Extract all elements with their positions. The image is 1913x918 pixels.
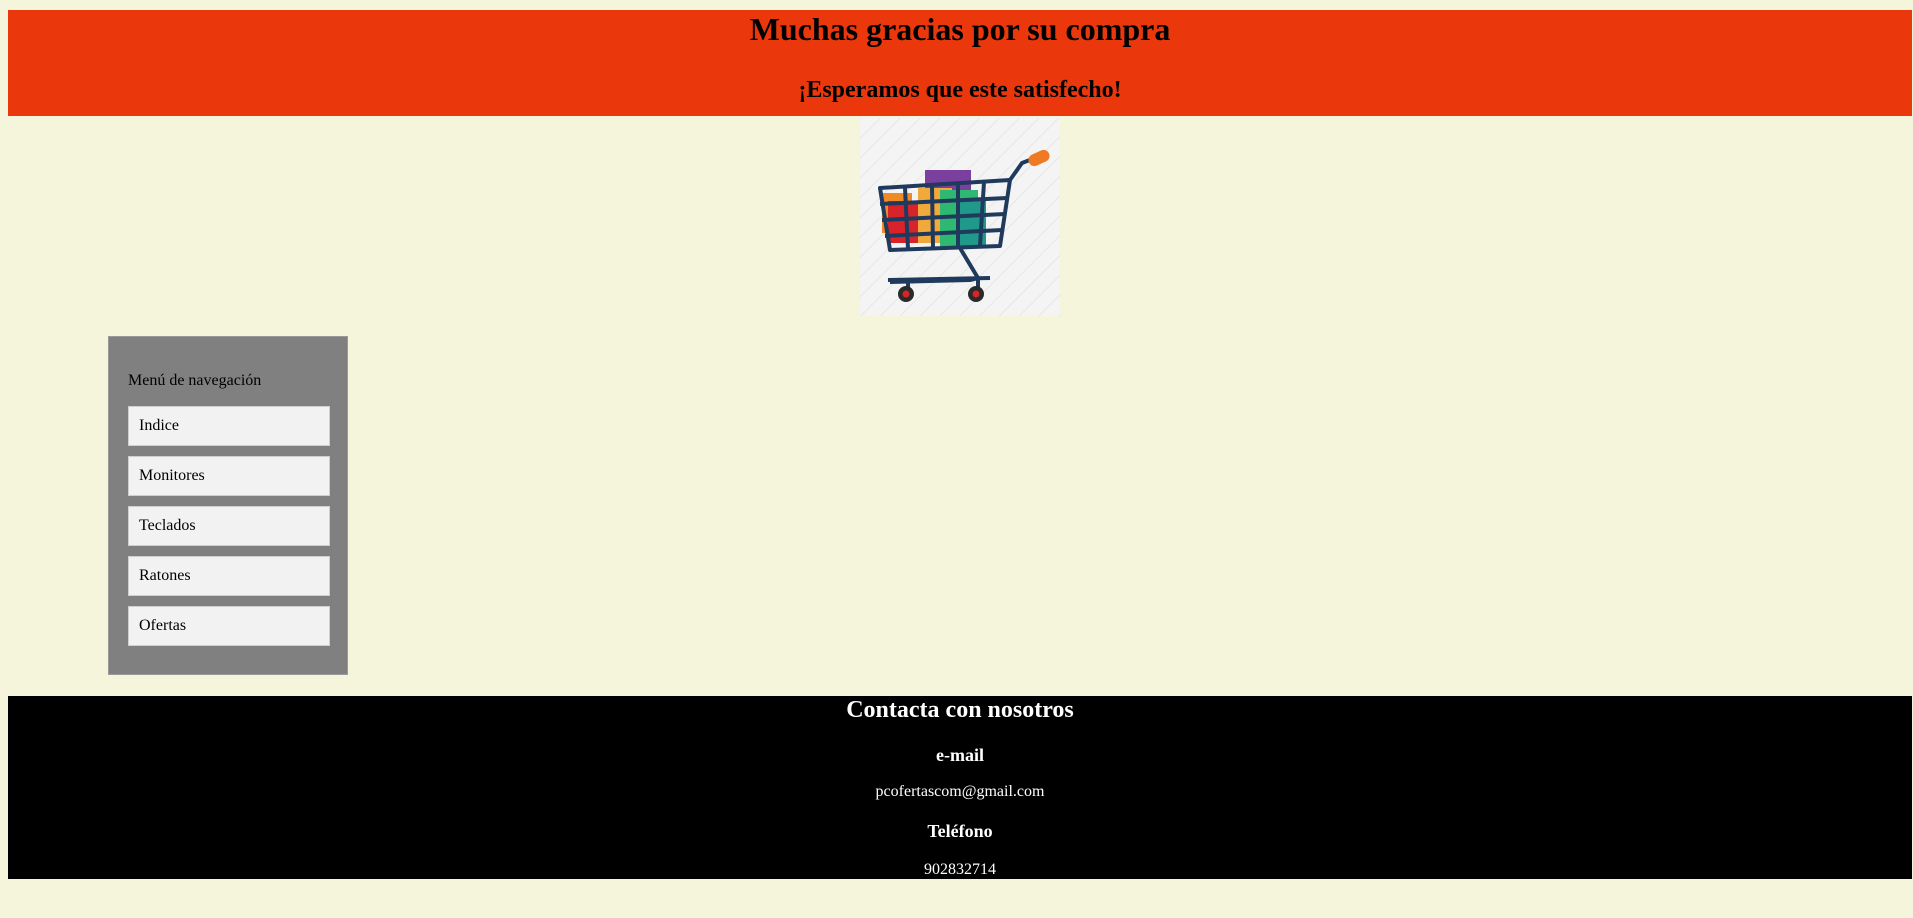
navigation-menu: Menú de navegación Indice Monitores Tecl… bbox=[108, 336, 348, 675]
nav-item-ratones[interactable]: Ratones bbox=[128, 556, 330, 596]
contact-title: Contacta con nosotros bbox=[846, 697, 1074, 723]
page-footer: Contacta con nosotros e-mail pcofertasco… bbox=[8, 696, 1912, 879]
nav-item-ofertas[interactable]: Ofertas bbox=[128, 606, 330, 646]
page-title: Muchas gracias por su compra bbox=[749, 11, 1171, 47]
phone-heading: Teléfono bbox=[927, 821, 993, 841]
nav-item-teclados[interactable]: Teclados bbox=[128, 506, 330, 546]
page-header: Muchas gracias por su compra ¡Esperamos … bbox=[8, 10, 1912, 116]
nav-item-monitores[interactable]: Monitores bbox=[128, 456, 330, 496]
phone-number: 902832714 bbox=[924, 861, 996, 878]
shopping-cart-image bbox=[860, 118, 1060, 316]
email-heading: e-mail bbox=[936, 745, 984, 765]
nav-menu-title: Menú de navegación bbox=[128, 372, 262, 389]
page-subtitle: ¡Esperamos que este satisfecho! bbox=[798, 77, 1122, 103]
shopping-cart-icon bbox=[860, 118, 1060, 316]
email-address[interactable]: pcofertascom@gmail.com bbox=[8, 782, 1912, 802]
nav-item-indice[interactable]: Indice bbox=[128, 406, 330, 446]
